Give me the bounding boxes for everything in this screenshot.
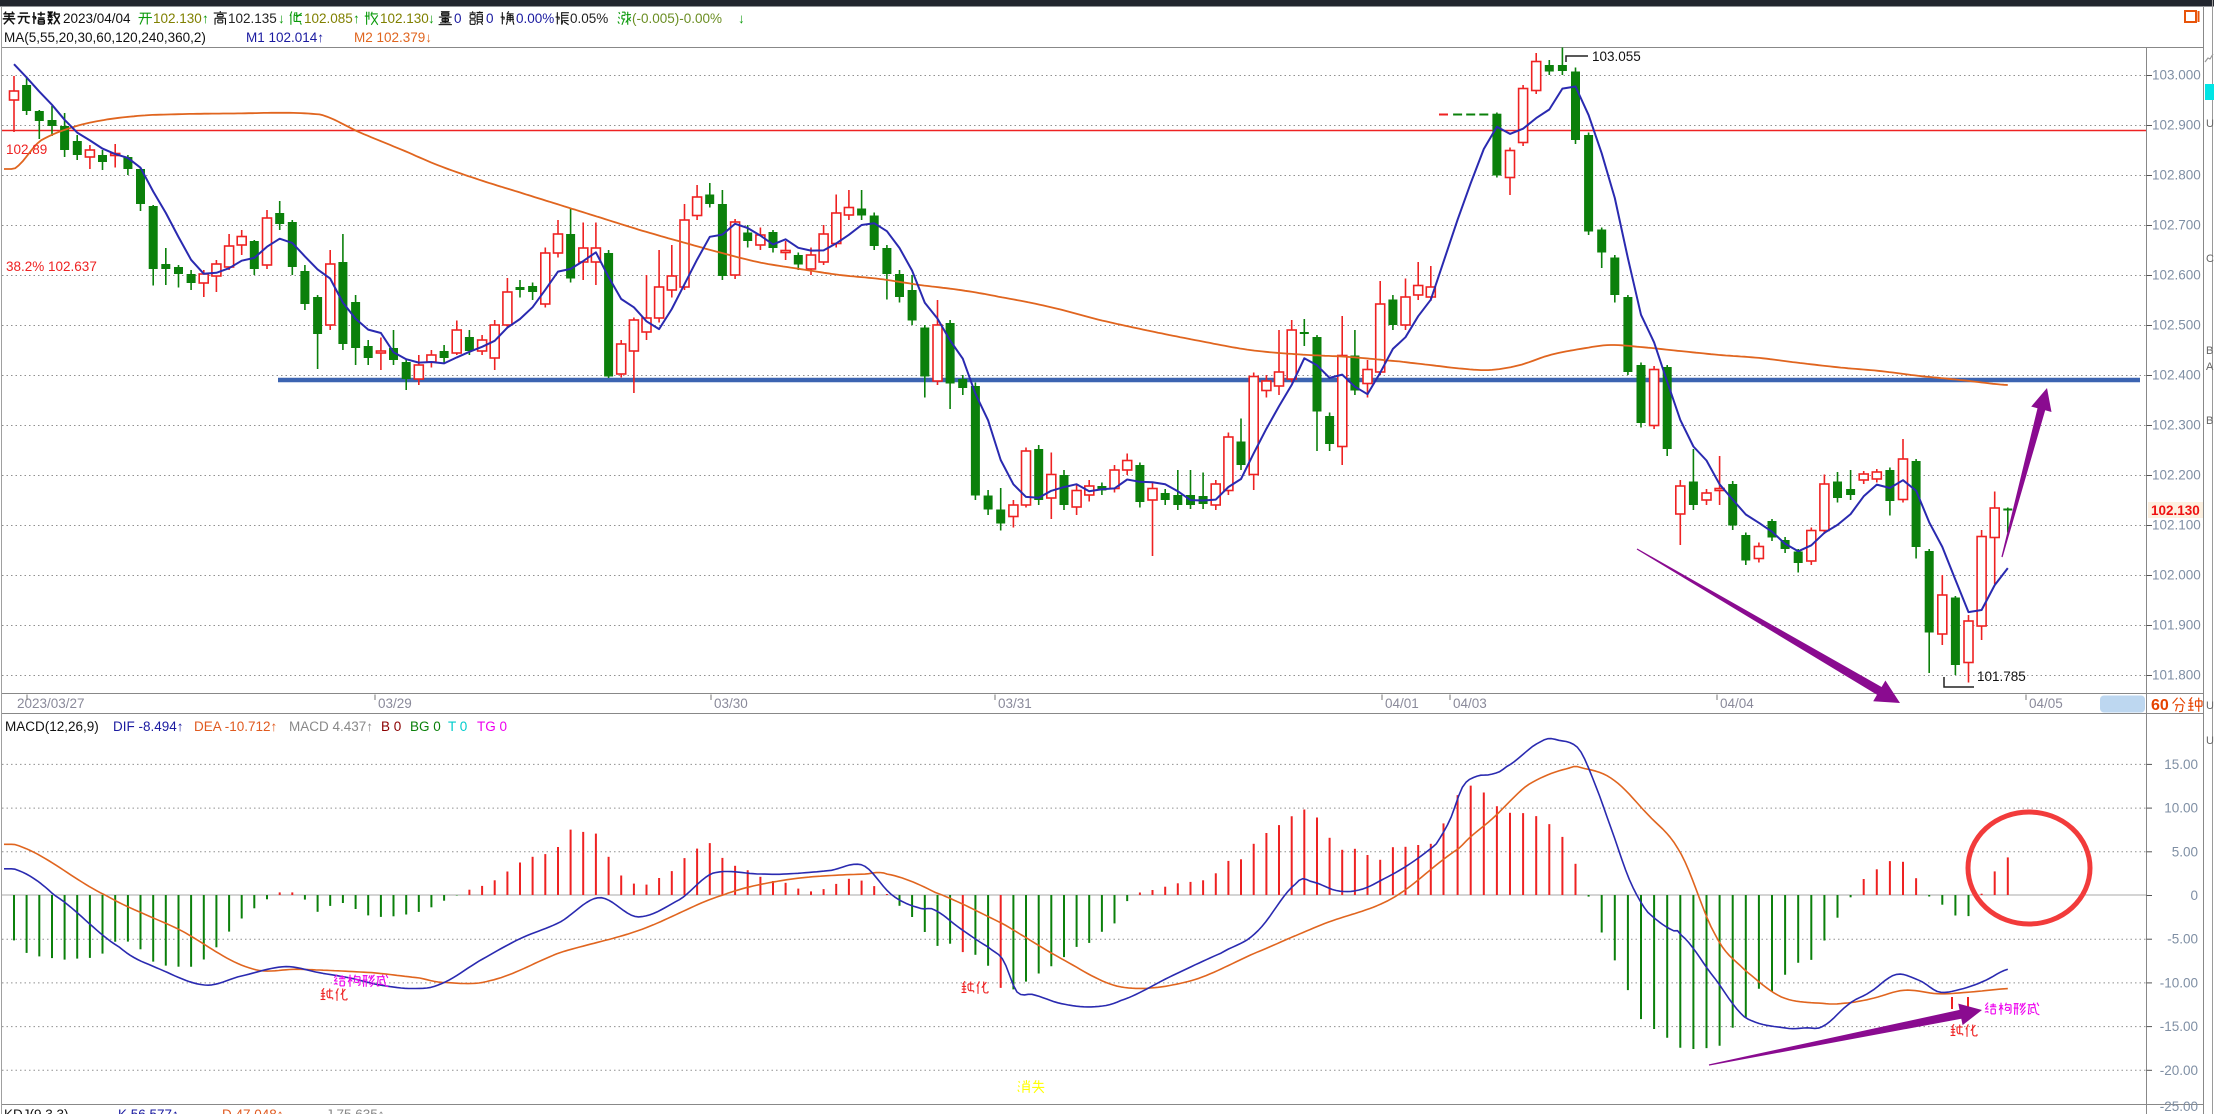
svg-text:-10.00: -10.00 [2160,975,2198,990]
svg-text:102.900: 102.900 [2152,118,2201,133]
svg-text:03/30: 03/30 [714,696,748,711]
svg-text:-25.00: -25.00 [2160,1099,2198,1114]
svg-text:KDJ(9,3,3): KDJ(9,3,3) [4,1107,69,1114]
svg-text:K 56.577↑: K 56.577↑ [118,1107,179,1114]
svg-text:38.2% 102.637: 38.2% 102.637 [6,259,97,274]
svg-text:TG 0: TG 0 [477,719,507,734]
svg-text:C: C [2206,253,2214,265]
svg-text:2023/04/04: 2023/04/04 [63,11,131,26]
svg-text:102.500: 102.500 [2152,318,2201,333]
svg-text:MACD 4.437↑: MACD 4.437↑ [289,719,373,734]
svg-text:102.100: 102.100 [2152,518,2201,533]
svg-text:↓: ↓ [428,11,435,26]
svg-text:T 0: T 0 [448,719,467,734]
svg-text:(-0.005)-0.00%: (-0.005)-0.00% [632,11,722,26]
svg-text:102.700: 102.700 [2152,218,2201,233]
svg-text:102.600: 102.600 [2152,268,2201,283]
svg-text:0.00%: 0.00% [516,11,554,26]
svg-text:B: B [2206,345,2213,357]
svg-text:A: A [2206,361,2214,373]
svg-text:60: 60 [2151,697,2169,714]
svg-text:102.800: 102.800 [2152,168,2201,183]
svg-text:04/05: 04/05 [2029,696,2063,711]
svg-text:10.00: 10.00 [2164,801,2198,816]
svg-text:0: 0 [2190,888,2198,903]
svg-text:102.085: 102.085 [304,11,353,26]
svg-text:102.130: 102.130 [380,11,429,26]
svg-text:-5.00: -5.00 [2167,932,2198,947]
svg-text:102.200: 102.200 [2152,468,2201,483]
svg-text:U: U [2206,735,2214,747]
svg-text:03/31: 03/31 [998,696,1032,711]
svg-text:U: U [2206,118,2214,130]
svg-text:MA(5,55,20,30,60,120,240,360,2: MA(5,55,20,30,60,120,240,360,2) [4,30,206,45]
svg-text:0: 0 [454,11,462,26]
svg-text:04/04: 04/04 [1720,696,1754,711]
svg-text:0: 0 [486,11,494,26]
svg-text:-15.00: -15.00 [2160,1019,2198,1034]
svg-text:101.800: 101.800 [2152,668,2201,683]
svg-text:D 47.048↑: D 47.048↑ [222,1107,284,1114]
svg-text:102.300: 102.300 [2152,418,2201,433]
svg-text:102.400: 102.400 [2152,368,2201,383]
svg-text:B 0: B 0 [381,719,401,734]
svg-text:04/03: 04/03 [1453,696,1487,711]
svg-text:102.89: 102.89 [6,142,47,157]
svg-text:103.000: 103.000 [2152,68,2201,83]
svg-text:101.900: 101.900 [2152,618,2201,633]
svg-text:15.00: 15.00 [2164,757,2198,772]
svg-text:M2 102.379↓: M2 102.379↓ [354,30,432,45]
svg-text:102.130: 102.130 [153,11,202,26]
svg-text:04/01: 04/01 [1385,696,1419,711]
svg-text:102.135: 102.135 [228,11,277,26]
svg-text:U: U [2206,700,2214,712]
svg-text:↓: ↓ [738,11,745,26]
svg-text:102.000: 102.000 [2152,568,2201,583]
svg-text:5.00: 5.00 [2172,844,2198,859]
svg-text:MACD(12,26,9): MACD(12,26,9) [5,719,99,734]
svg-text:J 75.635↑: J 75.635↑ [326,1107,385,1114]
svg-text:↑: ↑ [202,11,209,26]
svg-text:↓: ↓ [278,11,285,26]
svg-text:DEA -10.712↑: DEA -10.712↑ [194,719,277,734]
svg-text:103.055: 103.055 [1592,49,1641,64]
svg-text:↑: ↑ [353,11,360,26]
svg-text:03/29: 03/29 [378,696,412,711]
svg-text:BG 0: BG 0 [410,719,441,734]
svg-text:-20.00: -20.00 [2160,1063,2198,1078]
svg-text:102.130: 102.130 [2151,503,2200,518]
svg-text:M1 102.014↑: M1 102.014↑ [246,30,324,45]
svg-text:101.785: 101.785 [1977,669,2026,684]
svg-text:0.05%: 0.05% [570,11,608,26]
svg-text:B: B [2206,415,2213,427]
svg-text:DIF -8.494↑: DIF -8.494↑ [113,719,184,734]
